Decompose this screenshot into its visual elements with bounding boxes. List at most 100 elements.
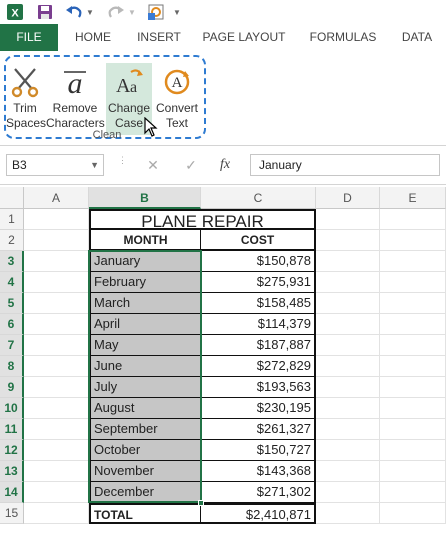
cell-d4[interactable] [316, 272, 380, 293]
cell-e3[interactable] [380, 251, 446, 272]
column-header-a[interactable]: A [24, 187, 89, 209]
cost-cell[interactable]: $150,727 [201, 440, 316, 461]
row-header-10[interactable]: 10 [0, 398, 24, 419]
cell-a11[interactable] [24, 419, 89, 440]
custom-macro-icon[interactable] [146, 3, 166, 21]
cell-e4[interactable] [380, 272, 446, 293]
cell-a13[interactable] [24, 461, 89, 482]
enter-entry-icon[interactable]: ✓ [180, 154, 202, 176]
cell-e15[interactable] [380, 503, 446, 524]
tab-home[interactable]: HOME [64, 24, 122, 51]
tab-insert[interactable]: INSERT [130, 24, 188, 51]
month-cell[interactable]: August [89, 398, 201, 419]
cell-a5[interactable] [24, 293, 89, 314]
row-header-8[interactable]: 8 [0, 356, 24, 377]
insert-function-icon[interactable]: fx [214, 154, 236, 176]
fill-handle[interactable] [198, 500, 204, 506]
sheet-title[interactable]: PLANE REPAIR [89, 209, 316, 230]
customize-toolbar-dropdown-icon[interactable]: ▼ [172, 3, 182, 21]
column-header-b[interactable]: B [89, 187, 201, 209]
cell-d3[interactable] [316, 251, 380, 272]
tab-formulas[interactable]: FORMULAS [300, 24, 386, 51]
month-cell[interactable]: January [89, 251, 201, 272]
column-header-d[interactable]: D [316, 187, 380, 209]
cell-e10[interactable] [380, 398, 446, 419]
cell-d10[interactable] [316, 398, 380, 419]
cost-cell[interactable]: $193,563 [201, 377, 316, 398]
cell-d5[interactable] [316, 293, 380, 314]
cell-d6[interactable] [316, 314, 380, 335]
cost-cell[interactable]: $143,368 [201, 461, 316, 482]
cell-d13[interactable] [316, 461, 380, 482]
row-header-7[interactable]: 7 [0, 335, 24, 356]
header-cost[interactable]: COST [201, 230, 316, 251]
month-cell[interactable]: October [89, 440, 201, 461]
name-box-dropdown-icon[interactable]: ▼ [90, 155, 99, 175]
cell-e6[interactable] [380, 314, 446, 335]
row-header-14[interactable]: 14 [0, 482, 24, 503]
undo-icon[interactable] [64, 3, 84, 21]
cell-d14[interactable] [316, 482, 380, 503]
select-all-corner[interactable] [0, 187, 24, 209]
cell-a6[interactable] [24, 314, 89, 335]
cost-cell[interactable]: $261,327 [201, 419, 316, 440]
row-header-11[interactable]: 11 [0, 419, 24, 440]
cell-a7[interactable] [24, 335, 89, 356]
cost-cell[interactable]: $114,379 [201, 314, 316, 335]
cell-a1[interactable] [24, 209, 89, 230]
cell-e13[interactable] [380, 461, 446, 482]
row-header-4[interactable]: 4 [0, 272, 24, 293]
cell-e5[interactable] [380, 293, 446, 314]
cost-cell[interactable]: $275,931 [201, 272, 316, 293]
undo-dropdown-icon[interactable]: ▼ [86, 3, 94, 21]
remove-characters-button[interactable]: a Remove Characters [46, 63, 105, 135]
cell-a12[interactable] [24, 440, 89, 461]
cost-cell[interactable]: $230,195 [201, 398, 316, 419]
row-header-3[interactable]: 3 [0, 251, 24, 272]
cell-d7[interactable] [316, 335, 380, 356]
cost-cell[interactable]: $271,302 [201, 482, 316, 503]
tab-file[interactable]: FILE [0, 24, 58, 51]
row-header-9[interactable]: 9 [0, 377, 24, 398]
cell-d1[interactable] [316, 209, 380, 230]
cost-cell[interactable]: $158,485 [201, 293, 316, 314]
row-header-5[interactable]: 5 [0, 293, 24, 314]
cell-e11[interactable] [380, 419, 446, 440]
formula-input[interactable]: January [250, 154, 440, 176]
cell-e7[interactable] [380, 335, 446, 356]
cell-d9[interactable] [316, 377, 380, 398]
cell-a8[interactable] [24, 356, 89, 377]
month-cell[interactable]: November [89, 461, 201, 482]
cancel-entry-icon[interactable]: ✕ [142, 154, 164, 176]
cell-a15[interactable] [24, 503, 89, 524]
month-cell[interactable]: February [89, 272, 201, 293]
cell-e9[interactable] [380, 377, 446, 398]
column-header-c[interactable]: C [201, 187, 316, 209]
month-cell[interactable]: July [89, 377, 201, 398]
cell-a9[interactable] [24, 377, 89, 398]
cell-a2[interactable] [24, 230, 89, 251]
cell-a3[interactable] [24, 251, 89, 272]
month-cell[interactable]: December [89, 482, 201, 503]
row-header-15[interactable]: 15 [0, 503, 24, 524]
convert-text-button[interactable]: A Convert Text [154, 63, 200, 135]
trim-spaces-button[interactable]: Trim Spaces [6, 63, 46, 135]
cell-e12[interactable] [380, 440, 446, 461]
cell-e1[interactable] [380, 209, 446, 230]
month-cell[interactable]: September [89, 419, 201, 440]
month-cell[interactable]: June [89, 356, 201, 377]
cell-d2[interactable] [316, 230, 380, 251]
cell-d8[interactable] [316, 356, 380, 377]
cell-d15[interactable] [316, 503, 380, 524]
cell-e14[interactable] [380, 482, 446, 503]
cell-e8[interactable] [380, 356, 446, 377]
header-month[interactable]: MONTH [89, 230, 201, 251]
row-header-6[interactable]: 6 [0, 314, 24, 335]
tab-page-layout[interactable]: PAGE LAYOUT [196, 24, 292, 51]
month-cell[interactable]: March [89, 293, 201, 314]
month-cell[interactable]: May [89, 335, 201, 356]
cell-a10[interactable] [24, 398, 89, 419]
cost-cell[interactable]: $272,829 [201, 356, 316, 377]
cell-a4[interactable] [24, 272, 89, 293]
row-header-2[interactable]: 2 [0, 230, 24, 251]
